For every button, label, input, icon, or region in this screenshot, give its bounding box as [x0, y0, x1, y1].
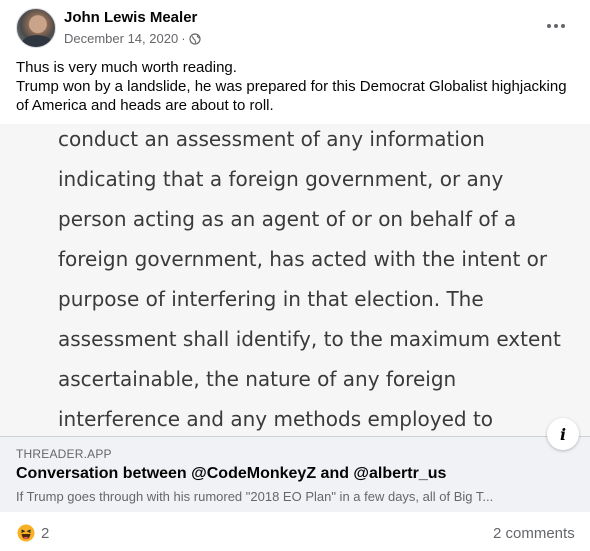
link-info[interactable]: THREADER.APP Conversation between @CodeM…	[0, 436, 590, 512]
document-line: person acting as an agent of or on behal…	[58, 207, 517, 231]
link-preview-image[interactable]: conduct an assessment of any information…	[0, 124, 590, 436]
more-options-button[interactable]	[540, 12, 572, 40]
reaction-count[interactable]: 2	[41, 525, 49, 542]
post-header: John Lewis Mealer December 14, 2020 ·	[0, 0, 590, 56]
author-name[interactable]: John Lewis Mealer	[64, 9, 197, 26]
link-description: If Trump goes through with his rumored "…	[16, 489, 494, 504]
post-footer: 2 2 comments	[0, 512, 590, 551]
post-meta: December 14, 2020 ·	[64, 31, 201, 46]
post-text: Thus is very much worth reading. Trump w…	[16, 58, 576, 115]
document-line: assessment shall identify, to the maximu…	[58, 327, 561, 351]
document-line: ascertainable, the nature of any foreign	[58, 367, 457, 391]
document-line: foreign government, has acted with the i…	[58, 247, 548, 271]
haha-reaction-icon[interactable]	[17, 524, 35, 542]
meta-separator: ·	[181, 31, 186, 46]
info-button[interactable]: i	[547, 418, 579, 450]
post-date[interactable]: December 14, 2020	[64, 31, 178, 46]
link-domain: THREADER.APP	[16, 447, 112, 461]
post-text-line: of America and heads are about to roll.	[16, 97, 274, 114]
document-line: interference and any methods employed to	[58, 407, 494, 431]
link-title[interactable]: Conversation between @CodeMonkeyZ and @a…	[16, 465, 446, 483]
document-line: purpose of interfering in that election.…	[58, 287, 484, 311]
post-text-line: Thus is very much worth reading.	[16, 59, 237, 76]
comments-count-link[interactable]: 2 comments	[493, 525, 575, 542]
document-excerpt: conduct an assessment of any information…	[58, 124, 561, 436]
document-line: conduct an assessment of any information	[58, 127, 485, 151]
globe-icon[interactable]	[188, 32, 201, 45]
document-line: indicating that a foreign government, or…	[58, 167, 504, 191]
avatar[interactable]	[16, 8, 56, 48]
more-horizontal-icon	[547, 24, 551, 28]
post-text-line: Trump won by a landslide, he was prepare…	[16, 78, 567, 95]
